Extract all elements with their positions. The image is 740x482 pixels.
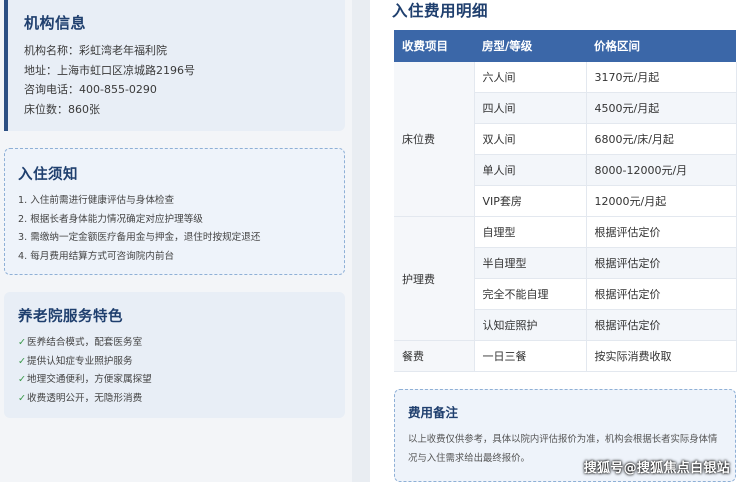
price-cell: 12000元/月起: [586, 185, 737, 217]
price-cell: 4500元/月起: [586, 92, 737, 124]
price-cell: 根据评估定价: [586, 216, 737, 248]
price-cell: 根据评估定价: [586, 309, 737, 341]
fees-title: 入住费用明细: [392, 2, 489, 20]
category-cell: 餐费: [394, 340, 475, 372]
type-cell: 认知症照护: [474, 309, 587, 341]
type-cell: 半自理型: [474, 247, 587, 279]
category-cell: 床位费: [394, 62, 475, 217]
price-cell: 8000-12000元/月: [586, 154, 737, 186]
org-beds: 床位数：860张: [24, 102, 100, 116]
org-name: 机构名称：彩虹湾老年福利院: [24, 44, 167, 57]
check-icon: ✓: [18, 374, 27, 385]
price-cell: 根据评估定价: [586, 247, 737, 279]
notice-title: 入住须知: [18, 167, 78, 183]
table-row: 床位费 六人间 3170元/月起: [394, 62, 737, 217]
type-cell: 六人间: [474, 62, 587, 93]
features-title: 养老院服务特色: [18, 309, 123, 325]
feature-item-text: 收费透明公开，无隐形消费: [27, 392, 143, 404]
header-price: 价格区间: [586, 30, 736, 62]
notice-item: 4. 每月费用结算方式可咨询院内前台: [18, 250, 175, 262]
table-row: 护理费 自理型 根据评估定价: [394, 216, 737, 341]
right-column: 入住费用明细 收费项目 房型/等级 价格区间 床位费 六人间 3170元/月起 …: [370, 0, 740, 482]
feature-item-text: 医养结合模式，配套医务室: [27, 337, 143, 348]
feature-item: ✓收费透明公开，无隐形消费: [18, 390, 345, 409]
type-cell: 自理型: [474, 216, 587, 248]
features-card: 养老院服务特色 ✓医养结合模式，配套医务室 ✓提供认知症专业照护服务 ✓地理交通…: [4, 292, 345, 418]
notice-item: 1. 入住前需进行健康评估与身体检查: [18, 195, 175, 206]
fee-note-title: 费用备注: [408, 405, 459, 420]
table-row: 餐费 一日三餐 按实际消费收取: [394, 340, 737, 372]
feature-item: ✓医养结合模式，配套医务室: [18, 334, 345, 353]
type-cell: 一日三餐: [474, 340, 587, 372]
type-cell: 完全不能自理: [474, 278, 587, 310]
org-info-card: 机构信息 机构名称：彩虹湾老年福利院 地址：上海市虹口区凉城路2196号 咨询电…: [4, 0, 345, 131]
check-icon: ✓: [18, 337, 27, 348]
header-type: 房型/等级: [474, 30, 586, 62]
notice-item: 3. 需缴纳一定金额医疗备用金与押金，退住时按规定退还: [18, 232, 261, 243]
watermark: 搜狐号@搜狐焦点白银站: [583, 461, 730, 476]
notice-card: 入住须知 1. 入住前需进行健康评估与身体检查 2. 根据长者身体能力情况确定对…: [4, 148, 345, 275]
category-cell: 护理费: [394, 216, 475, 341]
type-cell: 双人间: [474, 123, 587, 155]
price-cell: 6800元/床/月起: [586, 123, 737, 155]
fees-table: 收费项目 房型/等级 价格区间 床位费 六人间 3170元/月起 四人间 450…: [394, 30, 737, 372]
price-cell: 按实际消费收取: [586, 340, 737, 372]
price-cell: 3170元/月起: [586, 62, 737, 93]
check-icon: ✓: [18, 392, 27, 404]
table-header-row: 收费项目 房型/等级 价格区间: [394, 30, 736, 62]
feature-item: ✓提供认知症专业照护服务: [18, 353, 345, 372]
check-icon: ✓: [18, 355, 27, 367]
notice-item: 2. 根据长者身体能力情况确定对应护理等级: [18, 213, 203, 225]
feature-item-text: 提供认知症专业照护服务: [27, 355, 133, 367]
type-cell: 单人间: [474, 154, 587, 186]
column-divider: [352, 0, 370, 482]
price-cell: 根据评估定价: [586, 278, 737, 310]
org-address: 地址：上海市虹口区凉城路2196号: [24, 63, 195, 77]
feature-item-text: 地理交通便利，方便家属探望: [27, 374, 152, 385]
left-column: 机构信息 机构名称：彩虹湾老年福利院 地址：上海市虹口区凉城路2196号 咨询电…: [0, 0, 352, 482]
type-cell: VIP套房: [474, 185, 587, 217]
header-category: 收费项目: [394, 30, 474, 62]
org-info-title: 机构信息: [24, 14, 87, 32]
type-cell: 四人间: [474, 92, 587, 124]
feature-item: ✓地理交通便利，方便家属探望: [18, 371, 345, 390]
org-phone: 咨询电话：400-855-0290: [24, 83, 157, 96]
